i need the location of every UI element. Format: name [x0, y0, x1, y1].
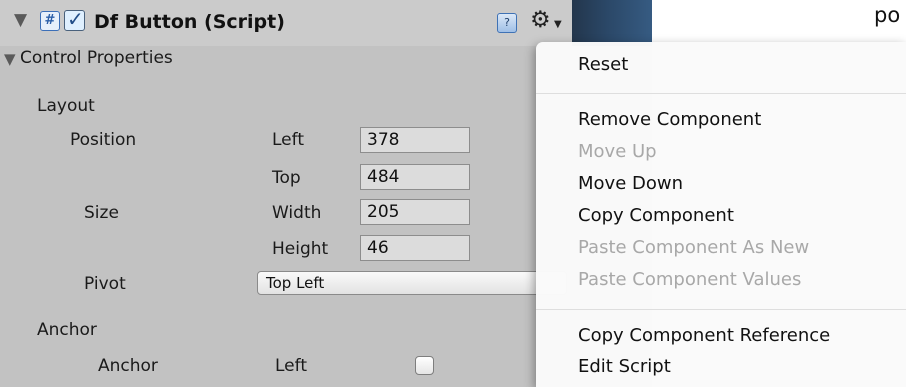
section-foldout-arrow-icon[interactable]: ▼: [4, 50, 16, 68]
menu-item-move-up: Move Up: [578, 141, 657, 162]
menu-item-edit-script[interactable]: Edit Script: [578, 356, 671, 377]
menu-item-reset[interactable]: Reset: [578, 54, 628, 75]
position-top-input[interactable]: [360, 164, 470, 190]
menu-item-paste-component-as-new: Paste Component As New: [578, 237, 810, 258]
menu-item-paste-component-values: Paste Component Values: [578, 269, 802, 290]
anchor-left-checkbox[interactable]: [415, 356, 434, 375]
pivot-label: Pivot: [84, 274, 126, 294]
script-icon: #: [40, 11, 60, 31]
top-label: Top: [272, 168, 301, 188]
position-left-input[interactable]: [360, 127, 470, 153]
left-label: Left: [272, 130, 304, 150]
width-label: Width: [272, 203, 322, 223]
size-height-input[interactable]: [360, 235, 470, 261]
size-label: Size: [84, 203, 119, 223]
size-width-input[interactable]: [360, 199, 470, 225]
position-label: Position: [70, 130, 137, 150]
menu-item-copy-component-reference[interactable]: Copy Component Reference: [578, 325, 830, 346]
menu-item-remove-component[interactable]: Remove Component: [578, 109, 761, 130]
background-peek-text: po: [874, 3, 901, 27]
menu-separator: [536, 309, 906, 310]
help-icon[interactable]: ?: [497, 13, 517, 33]
menu-item-move-down[interactable]: Move Down: [578, 173, 683, 194]
anchor-label: Anchor: [98, 356, 158, 376]
component-header[interactable]: ▼ # ✓ Df Button (Script) ? ⚙ ▼: [0, 0, 620, 46]
context-menu: Reset Remove Component Move Up Move Down…: [536, 42, 906, 387]
scene-preview-strip: [572, 0, 652, 46]
layout-title: Layout: [37, 96, 95, 116]
component-title: Df Button (Script): [94, 11, 285, 33]
menu-item-copy-component[interactable]: Copy Component: [578, 205, 734, 226]
section-title[interactable]: Control Properties: [20, 48, 173, 68]
gear-icon[interactable]: ⚙: [530, 7, 551, 33]
chevron-down-icon: ▼: [554, 19, 562, 30]
checkmark-icon: ✓: [67, 7, 84, 31]
component-enabled-checkbox[interactable]: ✓: [64, 7, 85, 31]
pivot-dropdown[interactable]: Top Left: [257, 271, 567, 295]
menu-separator: [536, 93, 906, 94]
anchor-left-label: Left: [275, 356, 307, 376]
height-label: Height: [272, 239, 329, 259]
anchor-title: Anchor: [37, 320, 97, 340]
foldout-arrow-icon[interactable]: ▼: [14, 10, 27, 30]
